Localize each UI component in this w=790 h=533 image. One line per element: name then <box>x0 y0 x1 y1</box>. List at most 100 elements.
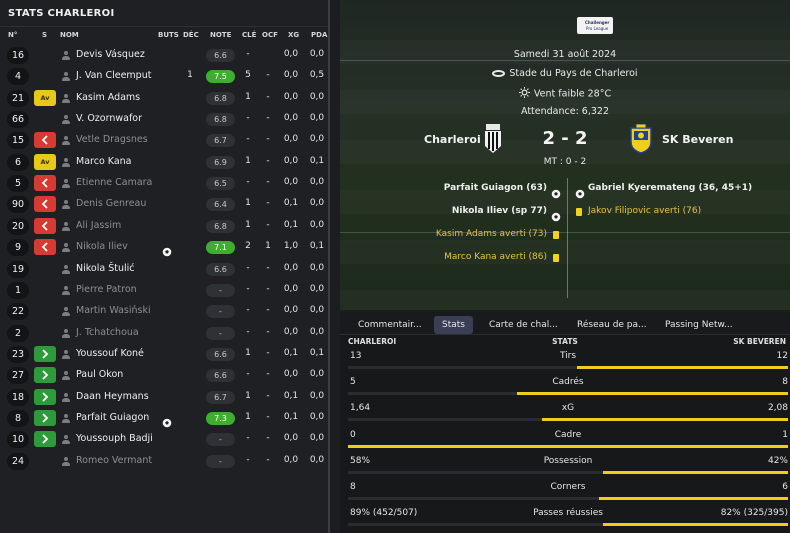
player-row[interactable]: 19 Nikola Štulić 6.6- -0,0 0,0 <box>0 259 328 280</box>
player-avatar-icon <box>62 115 70 125</box>
player-name[interactable]: Parfait Guiagon <box>76 412 149 423</box>
stat-ocf: - <box>266 433 270 444</box>
player-row[interactable]: 23 Youssouf Koné 6.6 1 - 0,1 0,1 <box>0 344 328 365</box>
stat-pda: 0,0 <box>309 433 325 444</box>
stat-bar-away <box>576 366 788 369</box>
player-name[interactable]: Ali Jassim <box>76 220 121 231</box>
events-divider <box>567 178 568 298</box>
player-name[interactable]: Daan Heymans <box>76 391 149 402</box>
col-ocf[interactable]: OCF <box>262 31 278 39</box>
player-name[interactable]: J. Tchatchoua <box>76 327 139 338</box>
player-row[interactable]: 6 Av Marco Kana 6.9 1 - 0,0 0,1 <box>0 152 328 173</box>
player-row[interactable]: 10 Youssouph Badji - - -0,0 0,0 <box>0 429 328 450</box>
stat-xg: 0,0 <box>283 305 299 316</box>
stat-away-value: 42% <box>767 455 788 466</box>
stat-pda: 0,0 <box>309 134 325 145</box>
away-team-crest[interactable] <box>629 123 653 154</box>
home-event-text: Marco Kana averti (86) <box>444 252 547 262</box>
goal-ball-icon <box>551 207 561 226</box>
col-pda[interactable]: PDA <box>311 31 327 39</box>
player-row[interactable]: 22 Martin Wasiński - - -0,0 0,0 <box>0 301 328 322</box>
tab-2[interactable]: Carte de chal... <box>481 316 566 334</box>
player-name[interactable]: Devis Vásquez <box>76 49 145 60</box>
player-name[interactable]: V. Ozornwafor <box>76 113 142 124</box>
col-name[interactable]: NOM <box>60 31 79 39</box>
goal-ball-icon <box>162 242 172 257</box>
player-name[interactable]: Paul Okon <box>76 369 123 380</box>
stat-label: Cadrés <box>552 377 584 388</box>
col-num[interactable]: N° <box>8 31 17 39</box>
stat-row: 5 Cadrés 8 <box>348 376 788 402</box>
stat-ocf: - <box>266 113 270 124</box>
player-rating: 7.3 <box>206 411 235 425</box>
player-name[interactable]: Etienne Camara <box>76 177 152 188</box>
player-row[interactable]: 1 Pierre Patron - - -0,0 0,0 <box>0 280 328 301</box>
player-name[interactable]: Youssouf Koné <box>76 348 144 359</box>
player-row[interactable]: 66 V. Ozornwafor 6.8- -0,0 0,0 <box>0 109 328 130</box>
player-row[interactable]: 8 Parfait Guiagon 7.3 1 - 0,1 0,0 <box>0 408 328 429</box>
stat-xg: 0,1 <box>283 219 299 230</box>
player-row[interactable]: 27 Paul Okon 6.6- -0,0 0,0 <box>0 365 328 386</box>
stat-bar <box>348 497 788 500</box>
player-row[interactable]: 20 Ali Jassim 6.8 1 - 0,1 0,0 <box>0 216 328 237</box>
player-name[interactable]: Denis Genreau <box>76 198 146 209</box>
player-row[interactable]: 2 J. Tchatchoua - - -0,0 0,0 <box>0 323 328 344</box>
col-rating[interactable]: NOTE <box>210 31 231 39</box>
weather-line: Vent faible 28°C <box>340 87 790 101</box>
sub-on-badge <box>34 431 56 448</box>
player-name[interactable]: Marco Kana <box>76 156 132 167</box>
home-team-crest[interactable] <box>484 124 502 154</box>
player-row[interactable]: 24 Romeo Vermant - - -0,0 0,0 <box>0 451 328 472</box>
scrollbar[interactable] <box>328 0 330 533</box>
player-row[interactable]: 9 Nikola Iliev 7.1 2 1 1,0 0,1 <box>0 237 328 258</box>
stat-xg: 0,0 <box>283 262 299 273</box>
col-goals[interactable]: BUTS <box>158 31 179 39</box>
player-row[interactable]: 21 Av Kasim Adams 6.8 1 - 0,0 0,0 <box>0 88 328 109</box>
player-row[interactable]: 4 J. Van Cleemput 1 7.5 5 - 0,0 0,5 <box>0 66 328 87</box>
tab-4[interactable]: Passing Netw... <box>657 316 741 334</box>
sub-on-badge <box>34 409 56 426</box>
tab-1[interactable]: Stats <box>434 316 473 334</box>
player-name[interactable]: Nikola Iliev <box>76 241 128 252</box>
tab-0[interactable]: Commentair... <box>350 316 430 334</box>
stat-pda: 0,1 <box>309 241 325 252</box>
player-name[interactable]: Martin Wasiński <box>76 305 151 316</box>
home-event-text: Parfait Guiagon (63) <box>443 183 547 193</box>
col-status[interactable]: S <box>42 31 47 39</box>
player-name[interactable]: Kasim Adams <box>76 92 140 103</box>
player-name[interactable]: Vetle Dragsnes <box>76 134 148 145</box>
goal-ball-icon <box>575 184 585 203</box>
stat-pda: 0,5 <box>309 70 325 81</box>
tab-3[interactable]: Réseau de pa... <box>569 316 655 334</box>
home-team-name[interactable]: Charleroi <box>424 133 481 146</box>
player-rating: 6.4 <box>206 198 235 212</box>
player-avatar-icon <box>62 392 70 402</box>
col-xg[interactable]: XG <box>288 31 299 39</box>
sub-off-badge <box>34 132 56 149</box>
player-row[interactable]: 5 Etienne Camara 6.5- -0,0 0,0 <box>0 173 328 194</box>
player-row[interactable]: 15 Vetle Dragsnes 6.7- -0,0 0,0 <box>0 130 328 151</box>
away-team-name[interactable]: SK Beveren <box>662 133 733 146</box>
stat-key: 1 <box>245 198 251 209</box>
stat-ocf: - <box>266 70 270 81</box>
col-dec[interactable]: DÉC <box>183 31 199 39</box>
player-name[interactable]: J. Van Cleemput <box>76 70 151 81</box>
stat-xg: 0,0 <box>283 177 299 188</box>
player-name[interactable]: Nikola Štulić <box>76 263 134 274</box>
player-row[interactable]: 18 Daan Heymans 6.7 1 - 0,1 0,0 <box>0 387 328 408</box>
col-key[interactable]: CLÉ <box>242 31 256 39</box>
stat-row: 8 Corners 6 <box>348 481 788 507</box>
player-row[interactable]: 16 Devis Vásquez 6.6 - 0,0 0,0 <box>0 45 328 66</box>
player-rating: 6.8 <box>206 113 235 127</box>
player-row[interactable]: 90 Denis Genreau 6.4 1 - 0,1 0,0 <box>0 194 328 215</box>
player-name[interactable]: Youssouph Badji <box>76 433 153 444</box>
player-name[interactable]: Pierre Patron <box>76 284 137 295</box>
stat-bar-home <box>348 497 600 500</box>
player-name[interactable]: Romeo Vermant <box>76 455 152 466</box>
stat-ocf: - <box>266 198 270 209</box>
stat-key: 1 <box>245 91 251 102</box>
stat-xg: 0,0 <box>283 454 299 465</box>
yellow-card-icon <box>553 231 559 239</box>
stat-key: 1 <box>245 219 251 230</box>
stat-xg: 0,1 <box>283 347 299 358</box>
